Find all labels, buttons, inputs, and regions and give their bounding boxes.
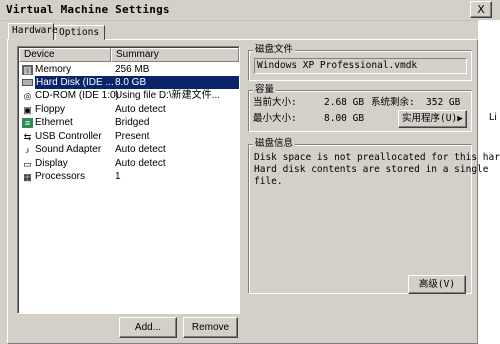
floppy-icon: ▣ [23,105,32,115]
disk-file-field[interactable]: Windows XP Professional.vmdk [254,58,467,74]
title-bar: Virtual Machine Settings X [0,0,500,21]
device-row-floppy[interactable]: ▣ Floppy Auto detect [19,103,239,116]
capacity-label: 容量 [253,84,277,96]
current-size-label: 当前大小: [253,97,297,108]
free-space-value: 352 GB [426,97,461,108]
background-window: Li [478,20,500,344]
device-row-usb[interactable]: ⇆ USB Controller Present [19,130,239,143]
device-name: Memory [35,64,72,75]
device-row-cdrom[interactable]: ◎ CD-ROM (IDE 1:0) Using file D:\新建文件... [19,89,239,102]
device-name: Display [35,158,68,169]
processor-icon: ▦ [23,172,32,182]
display-icon: ▭ [23,159,32,169]
add-button[interactable]: Add... [119,317,177,338]
background-text: Li [489,112,497,123]
max-size-value: 8.00 GB [324,113,365,124]
column-header-summary[interactable]: Summary [111,48,239,62]
window-title: Virtual Machine Settings [6,3,170,16]
device-summary: Auto detect [115,158,166,169]
hard-disk-icon [22,79,33,86]
device-summary: 256 MB [115,64,150,75]
device-name: Sound Adapter [35,144,102,155]
device-row-ethernet[interactable]: ≡ Ethernet Bridged [19,116,239,129]
cdrom-icon: ◎ [23,91,32,101]
device-name: Hard Disk (IDE ... [35,76,115,89]
sound-icon: ♪ [25,145,30,155]
device-name: Ethernet [35,117,73,128]
tab-hardware[interactable]: Hardware [8,23,58,40]
disk-info-line: Disk space is not preallocated for this … [254,152,500,163]
device-summary: Using file D:\新建文件... [115,90,221,101]
device-row-hard-disk[interactable]: Hard Disk (IDE ... 8.0 GB [19,76,239,89]
close-button[interactable]: X [470,1,492,18]
tab-options[interactable]: Options [55,25,105,40]
device-row-display[interactable]: ▭ Display Auto detect [19,157,239,170]
device-summary: 8.0 GB [113,76,239,89]
disk-info-line: file. [254,176,283,187]
memory-icon: ▥ [22,65,33,75]
remove-button[interactable]: Remove [183,317,238,338]
current-size-value: 2.68 GB [324,97,365,108]
device-summary: Auto detect [115,104,166,115]
free-space-label: 系统剩余: [371,97,415,108]
device-row-memory[interactable]: ▥ Memory 256 MB [19,63,239,76]
device-summary: Auto detect [115,144,166,155]
device-summary: Bridged [115,117,150,128]
device-name: Floppy [35,104,66,115]
disk-info-text: Disk space is not preallocated for this … [254,152,500,188]
device-name: Processors [35,171,86,182]
device-name: CD-ROM (IDE 1:0) [35,90,119,101]
utilities-button[interactable]: 实用程序(U)▶ [398,110,467,128]
advanced-button[interactable]: 高级(V) [408,275,466,294]
device-row-sound[interactable]: ♪ Sound Adapter Auto detect [19,143,239,156]
device-row-processors[interactable]: ▦ Processors 1 [19,170,239,183]
device-summary: Present [115,131,150,142]
column-header-device[interactable]: Device [19,48,111,62]
device-name: USB Controller [35,131,102,142]
device-summary: 1 [115,171,121,182]
disk-info-line: Hard disk contents are stored in a singl… [254,164,489,175]
disk-file-label: 磁盘文件 [253,44,296,56]
device-list[interactable]: Device Summary ▥ Memory 256 MB Hard Disk … [17,46,240,314]
max-size-label: 最小大小: [253,113,297,124]
ethernet-icon: ≡ [22,118,33,128]
usb-icon: ⇆ [23,132,32,142]
disk-info-label: 磁盘信息 [253,138,296,150]
